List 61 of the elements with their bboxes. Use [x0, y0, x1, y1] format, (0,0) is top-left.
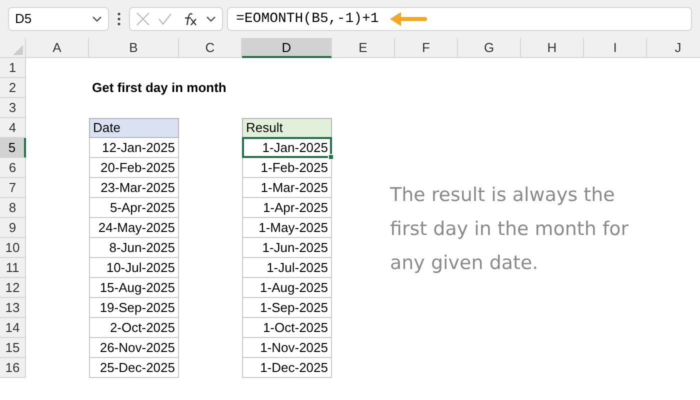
chevron-down-icon	[92, 16, 102, 22]
table-cell: 19-Sep-2025	[89, 298, 179, 318]
table-cell[interactable]: 1-Oct-2025	[242, 318, 332, 338]
row-header[interactable]: 7	[0, 178, 26, 198]
note-text: The result is always the first day in the month for any given date.	[390, 183, 630, 276]
row-header[interactable]: 12	[0, 278, 26, 298]
column-header[interactable]: D	[242, 38, 332, 58]
table-cell: 25-Dec-2025	[89, 358, 179, 378]
row-header[interactable]: 3	[0, 98, 26, 118]
more-options-icon[interactable]	[115, 12, 123, 26]
row-header[interactable]: 5	[0, 138, 26, 158]
row-header[interactable]: 13	[0, 298, 26, 318]
table-cell: 10-Jul-2025	[89, 258, 179, 278]
table-cell[interactable]: 1-Jul-2025	[242, 258, 332, 278]
row-header[interactable]: 11	[0, 258, 26, 278]
fill-handle[interactable]	[328, 154, 334, 160]
check-icon[interactable]	[158, 13, 172, 25]
table-cell: 15-Aug-2025	[89, 278, 179, 298]
table-header: Result	[242, 118, 332, 138]
column-header[interactable]: F	[395, 38, 458, 58]
column-header[interactable]: J	[647, 38, 700, 58]
table-cell: 26-Nov-2025	[89, 338, 179, 358]
row-header[interactable]: 6	[0, 158, 26, 178]
row-header[interactable]: 15	[0, 338, 26, 358]
column-header[interactable]: I	[584, 38, 647, 58]
table-cell[interactable]: 1-Feb-2025	[242, 158, 332, 178]
row-header[interactable]: 2	[0, 78, 26, 98]
table-cell: 5-Apr-2025	[89, 198, 179, 218]
column-header[interactable]: E	[332, 38, 395, 58]
column-header[interactable]: H	[521, 38, 584, 58]
table-cell: 2-Oct-2025	[89, 318, 179, 338]
column-header[interactable]: G	[458, 38, 521, 58]
table-cell: 24-May-2025	[89, 218, 179, 238]
row-header[interactable]: 4	[0, 118, 26, 138]
table-cell[interactable]: 1-Dec-2025	[242, 358, 332, 378]
table-cell: 20-Feb-2025	[89, 158, 179, 178]
column-header[interactable]: A	[26, 38, 89, 58]
row-header[interactable]: 10	[0, 238, 26, 258]
sheet-title: Get first day in month	[92, 79, 226, 97]
table-cell[interactable]: 1-Sep-2025	[242, 298, 332, 318]
row-header[interactable]: 16	[0, 358, 26, 378]
table-cell[interactable]: 1-Nov-2025	[242, 338, 332, 358]
table-cell[interactable]: 1-Jun-2025	[242, 238, 332, 258]
table-header: Date	[89, 118, 179, 138]
row-header[interactable]: 8	[0, 198, 26, 218]
table-cell[interactable]: 1-Jan-2025	[242, 137, 332, 158]
name-box[interactable]: D5	[8, 7, 109, 31]
column-header[interactable]: B	[89, 38, 179, 58]
table-cell: 23-Mar-2025	[89, 178, 179, 198]
row-header[interactable]: 14	[0, 318, 26, 338]
table-cell: 8-Jun-2025	[89, 238, 179, 258]
table-cell[interactable]: 1-May-2025	[242, 218, 332, 238]
row-header[interactable]: 1	[0, 58, 26, 78]
chevron-down-icon	[206, 16, 216, 22]
table-cell: 12-Jan-2025	[89, 138, 179, 158]
table-cell[interactable]: 1-Aug-2025	[242, 278, 332, 298]
table-cell[interactable]: 1-Apr-2025	[242, 198, 332, 218]
formula-field[interactable]: =EOMONTH(B5,-1)+1	[227, 7, 692, 31]
row-header[interactable]: 9	[0, 218, 26, 238]
arrow-left-icon	[388, 11, 427, 27]
table-cell[interactable]: 1-Mar-2025	[242, 178, 332, 198]
